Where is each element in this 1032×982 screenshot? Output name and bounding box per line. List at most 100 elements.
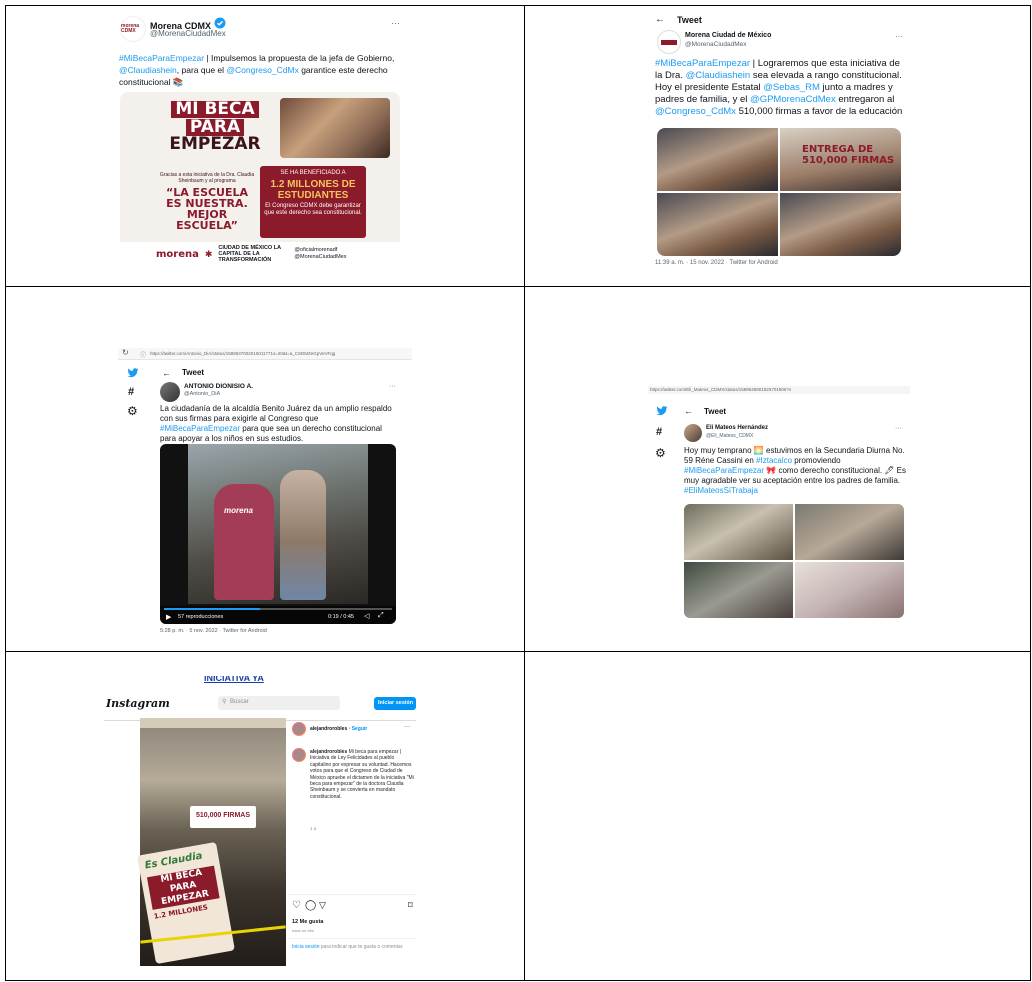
follow-button[interactable]: Seguir [352,726,368,732]
back-arrow-icon[interactable]: ← [655,14,665,25]
collage-photo[interactable]: ENTREGA DE 510,000 FIRMAS [780,128,901,191]
collage-photo[interactable] [657,128,778,191]
hashtag-link[interactable]: #MiBecaParaEmpezar [119,53,204,63]
more-options-icon[interactable]: ··· [895,32,903,41]
mention-link[interactable]: @Claudiashein [686,70,751,81]
photo-building-cornice [140,718,286,728]
more-options-icon[interactable]: ··· [404,724,410,730]
author-name[interactable]: Eli Mateos Hernández [706,425,768,431]
login-button[interactable]: Iniciar sesión [374,697,416,710]
login-link[interactable]: Inicia sesión [292,944,320,950]
grid-divider-vertical [524,6,525,980]
author-handle[interactable]: @Eli_Mateos_CDMX [706,433,753,439]
more-options-icon[interactable]: ··· [391,18,400,28]
mention-link[interactable]: @Congreso_CdMx [655,106,736,117]
author-name[interactable]: Morena Ciudad de México [685,32,771,39]
author-handle[interactable]: @Antonio_DiA [184,391,220,397]
post-author[interactable]: alejandrorobles · Seguir [310,726,367,732]
tweet-eli-mateos: https://twitter.com/Eli_Mateos_CDMX/stat… [648,386,910,622]
explore-hashtag-icon[interactable]: # [656,426,662,438]
more-options-icon[interactable]: ··· [895,425,902,432]
page-title: Tweet [677,15,702,25]
volume-icon[interactable]: ◁ [364,612,369,620]
verified-badge-icon [214,17,226,29]
page-title: Tweet [704,407,727,416]
video-progress-fill [164,608,260,610]
back-arrow-icon[interactable]: ← [162,368,171,378]
comment-icon[interactable]: ◯ [305,900,316,911]
tweet-text: La ciudadanía de la alcaldía Benito Juár… [160,404,392,443]
hashtag-link[interactable]: #Iztacalco [756,456,792,465]
tweet-timestamp[interactable]: 5:28 p. m. · 5 nov. 2022 · Twitter for A… [160,628,267,634]
bookmark-icon[interactable]: ⌑ [408,900,413,911]
collage-photo[interactable] [780,193,901,256]
tweet-photo-collage[interactable] [684,504,904,618]
video-progress-track[interactable] [164,608,392,610]
collage-photo[interactable] [795,562,904,618]
like-heart-icon[interactable]: ♡ [292,900,301,911]
video-time: 0:19 / 0:45 [328,614,354,620]
post-date: hace un año [292,928,315,933]
mention-link[interactable]: @Claudiashein [119,65,177,75]
collage-photo[interactable] [684,562,793,618]
grid-divider-horizontal [6,286,1030,287]
post-photo[interactable]: 510,000 FIRMAS Es Claudia MI BECA PARA E… [137,718,286,966]
url-text[interactable]: https://twitter.com/Antonio_DiA/status/1… [150,351,406,356]
browser-address-bar[interactable]: ↻ ⓘ https://twitter.com/Antonio_DiA/stat… [118,348,412,360]
more-options-icon[interactable]: ··· [389,383,396,390]
avatar[interactable] [292,722,306,736]
collage-photo[interactable] [657,193,778,256]
explore-hashtag-icon[interactable]: # [128,386,134,398]
mention-link[interactable]: @Congreso_CdMx [226,65,298,75]
likes-count[interactable]: 12 Me gusta [292,919,323,925]
photo-sign: Es Claudia MI BECA PARA EMPEZAR 1.2 MILL… [137,841,235,965]
author-handle[interactable]: @MorenaCiudadMex [685,41,747,48]
mention-link[interactable]: @Sebas_RM [763,82,820,93]
tweet-photo-collage[interactable]: ENTREGA DE 510,000 FIRMAS [657,128,901,256]
login-prompt: Inicia sesión para indicar que te gusta … [292,944,404,950]
tweet-image-poster[interactable]: MI BECA PARA EMPEZAR Gracias a esta inic… [120,92,400,266]
video-person-vest: morena [214,484,274,600]
url-text[interactable]: https://twitter.com/Eli_Mateos_CDMX/stat… [648,386,910,394]
play-icon[interactable]: ▶ [166,613,171,621]
twitter-bird-icon[interactable] [127,368,139,378]
share-icon[interactable]: ▽ [319,900,326,911]
settings-gear-icon[interactable]: ⚙ [127,404,138,418]
tweet-timestamp[interactable]: 11:39 a. m. · 15 nov. 2022 · Twitter for… [655,260,778,266]
search-input[interactable]: ⚲ Buscar [218,696,340,710]
author-name[interactable]: ANTONIO DIONISIO A. [184,383,253,390]
poster-stat-box: SE HA BENEFICIADO A 1.2 MILLONES DE ESTU… [260,166,366,238]
reload-icon[interactable]: ↻ [122,348,129,357]
instagram-logo[interactable]: Instagram [106,697,170,710]
avatar[interactable] [684,424,702,442]
actions-divider [288,894,416,895]
author-handle[interactable]: @MorenaCiudadMex [150,29,226,38]
hashtag-link[interactable]: #MiBecaParaEmpezar [655,58,750,69]
avatar[interactable] [160,382,180,402]
search-icon: ⚲ [222,699,227,705]
poster-title: MI BECA PARA EMPEZAR [169,99,261,154]
tweet-text: Hoy muy temprano 🌅 estuvimos en la Secun… [684,446,907,495]
hashtag-link[interactable]: #MiBecaParaEmpezar [160,424,240,433]
back-arrow-icon[interactable]: ← [684,406,693,416]
collage-photo[interactable] [795,504,904,560]
video-views: 57 reproducciones [178,614,224,620]
avatar[interactable]: morena CDMX [120,16,146,42]
avatar[interactable] [292,748,306,762]
photo-banner-text: ENTREGA DE 510,000 FIRMAS [802,144,895,166]
collage-photo[interactable] [684,504,793,560]
hashtag-link[interactable]: #EliMateosSíTrabaja [684,486,758,495]
twitter-bird-icon[interactable] [656,406,668,416]
settings-gear-icon[interactable]: ⚙ [655,446,666,460]
tweet-video-player[interactable]: morena ▶ 57 reproducciones 0:19 / 0:45 ◁… [160,444,396,624]
fullscreen-icon[interactable]: ⤢ [378,612,384,620]
hashtag-link[interactable]: #MiBecaParaEmpezar [684,466,764,475]
mention-link[interactable]: @GPMorenaCdMex [750,94,836,105]
poster-footer: morena ✱ CIUDAD DE MÉXICO LA CAPITAL DE … [120,242,400,266]
tweet-text: #MiBecaParaEmpezar | Lograremos que esta… [655,58,903,117]
video-controls-bar: ▶ 57 reproducciones 0:19 / 0:45 ◁ ⤢ [160,606,396,624]
top-cropped-link[interactable]: INICIATIVA YA [204,676,264,684]
avatar[interactable] [657,30,681,54]
video-person-man [280,470,326,600]
post-caption: alejandrorobles Mi beca para empezar | I… [310,749,414,800]
